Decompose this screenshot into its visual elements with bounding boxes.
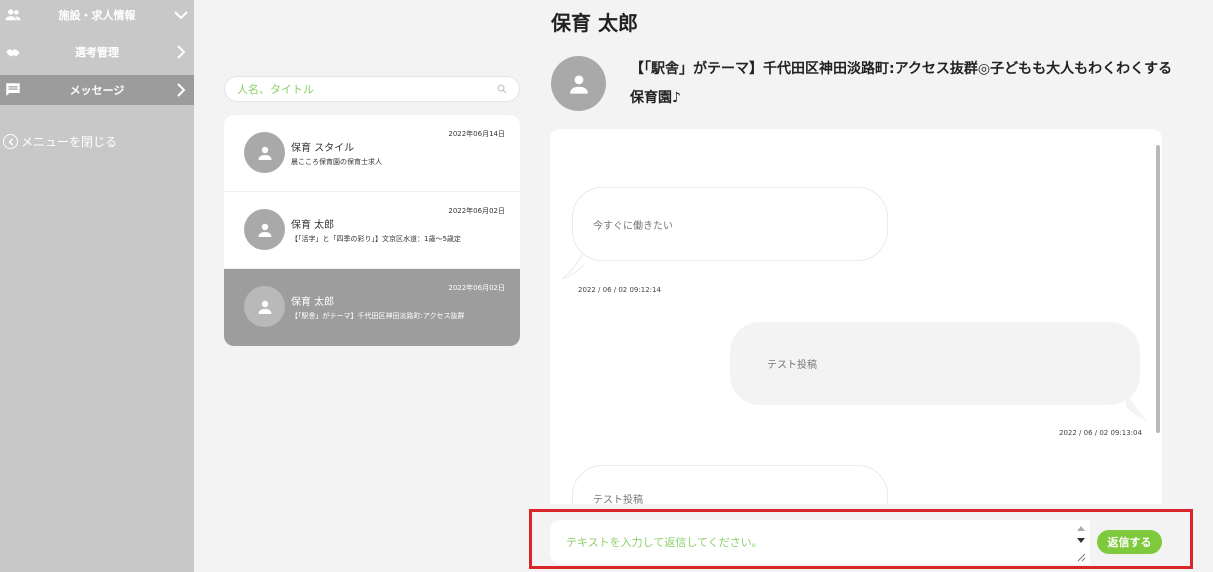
chevron-down-icon — [174, 11, 188, 20]
chat-scrollbar[interactable] — [1156, 145, 1160, 433]
search-input[interactable] — [237, 82, 497, 96]
chevron-right-icon — [177, 45, 186, 59]
message-timestamp: 2022 / 06 / 02 09:12:14 — [578, 286, 661, 294]
sidebar: 施設・求人情報 選考管理 メッセージ メニューを閉じる — [0, 0, 194, 572]
user-icon — [258, 223, 271, 237]
message-bubble-received: テスト投稿 — [572, 465, 888, 504]
message-text: テスト投稿 — [593, 494, 643, 505]
person-name: 保育 太郎 — [551, 11, 638, 35]
thread-item-selected[interactable]: 保育 太郎 【「駅舎」がテーマ】千代田区神田淡路町:アクセス抜群 2022年06… — [224, 269, 520, 346]
user-icon — [569, 74, 588, 94]
thread-date: 2022年06月02日 — [448, 284, 505, 292]
thread-item[interactable]: 保育 太郎 【「活字」と「四季の彩り」】文京区水道：1歳〜5歳定 2022年06… — [224, 192, 520, 269]
sidebar-item-selection[interactable]: 選考管理 — [0, 37, 194, 67]
message-bubble-received: 今すぐに働きたい — [572, 187, 888, 261]
close-menu-button[interactable]: メニューを閉じる — [3, 133, 117, 150]
send-button[interactable]: 返信する — [1097, 530, 1162, 554]
arrow-down-icon[interactable] — [1076, 537, 1086, 544]
thread-name: 保育 スタイル — [291, 143, 355, 154]
avatar — [551, 56, 606, 111]
thread-item[interactable]: 保育 スタイル 晨こころ保育園の保育士求人 2022年06月14日 — [224, 115, 520, 192]
user-icon — [258, 146, 271, 160]
search-icon[interactable] — [497, 84, 507, 94]
avatar — [244, 286, 285, 327]
bubble-tail — [561, 251, 585, 280]
message-bubble-sent: テスト投稿 — [730, 322, 1140, 405]
chat-panel[interactable]: 今すぐに働きたい 2022 / 06 / 02 09:12:14 テスト投稿 2… — [550, 129, 1162, 504]
reply-input-scroller[interactable] — [1073, 521, 1089, 563]
avatar — [244, 209, 285, 250]
resize-handle-icon[interactable] — [1076, 552, 1086, 562]
thread-subtitle: 【「駅舎」がテーマ】千代田区神田淡路町:アクセス抜群 — [291, 312, 465, 320]
sidebar-item-facility-jobs[interactable]: 施設・求人情報 — [0, 0, 194, 30]
sidebar-item-label: 施設・求人情報 — [58, 9, 136, 22]
reply-box — [550, 520, 1090, 564]
thread-name: 保育 太郎 — [291, 297, 335, 308]
message-text: テスト投稿 — [767, 360, 817, 371]
search-box — [224, 76, 520, 102]
reply-input[interactable] — [550, 520, 1090, 564]
avatar — [244, 132, 285, 173]
thread-name: 保育 太郎 — [291, 220, 335, 231]
chevron-right-icon — [177, 83, 186, 97]
message-timestamp: 2022 / 06 / 02 09:13:04 — [1059, 429, 1142, 437]
message-text: 今すぐに働きたい — [593, 220, 673, 232]
thread-subtitle: 【「活字」と「四季の彩り」】文京区水道：1歳〜5歳定 — [291, 235, 461, 243]
chevron-left-icon — [3, 134, 18, 149]
sidebar-item-label: メッセージ — [69, 84, 125, 97]
thread-subtitle: 晨こころ保育園の保育士求人 — [291, 158, 382, 166]
arrow-up-icon[interactable] — [1076, 525, 1086, 532]
close-menu-label: メニューを閉じる — [21, 135, 118, 149]
user-icon — [258, 300, 271, 314]
thread-list: 保育 スタイル 晨こころ保育園の保育士求人 2022年06月14日 保育 太郎 … — [224, 115, 520, 346]
sidebar-item-label: 選考管理 — [75, 46, 119, 59]
sidebar-item-messages[interactable]: メッセージ — [0, 75, 194, 105]
thread-date: 2022年06月14日 — [448, 130, 505, 138]
job-title: 【「駅舎」がテーマ】千代田区神田淡路町:アクセス抜群◎子どもも大人もわくわくする… — [630, 61, 1173, 106]
thread-date: 2022年06月02日 — [448, 207, 505, 215]
